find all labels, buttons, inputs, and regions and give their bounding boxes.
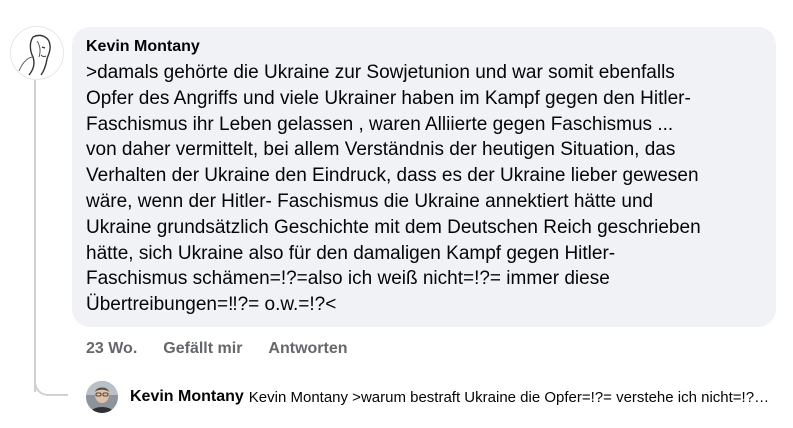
reply-button[interactable]: Antworten bbox=[268, 340, 347, 358]
reply-author[interactable]: Kevin Montany bbox=[130, 388, 244, 406]
sketch-portrait-avatar-icon bbox=[11, 27, 63, 79]
comment-bubble: Kevin Montany >damals gehörte die Ukrain… bbox=[72, 27, 776, 327]
comment-text: >damals gehörte die Ukraine zur Sowjetun… bbox=[86, 62, 701, 316]
thread-connector-line bbox=[34, 80, 36, 392]
comment-author[interactable]: Kevin Montany bbox=[86, 37, 762, 57]
reply-preview-text[interactable]: Kevin Montany >warum bestraft Ukraine di… bbox=[249, 389, 776, 406]
like-button[interactable]: Gefällt mir bbox=[163, 340, 242, 358]
comment-timestamp[interactable]: 23 Wo. bbox=[86, 340, 137, 358]
reply-preview-row[interactable]: Kevin Montany Kevin Montany >warum bestr… bbox=[86, 381, 776, 413]
photo-portrait-avatar-icon bbox=[86, 381, 118, 413]
thread-connector-curve bbox=[34, 362, 68, 396]
comment-actions: 23 Wo. Gefällt mir Antworten bbox=[86, 340, 348, 358]
reply-avatar[interactable] bbox=[86, 381, 118, 413]
commenter-avatar[interactable] bbox=[10, 26, 64, 80]
